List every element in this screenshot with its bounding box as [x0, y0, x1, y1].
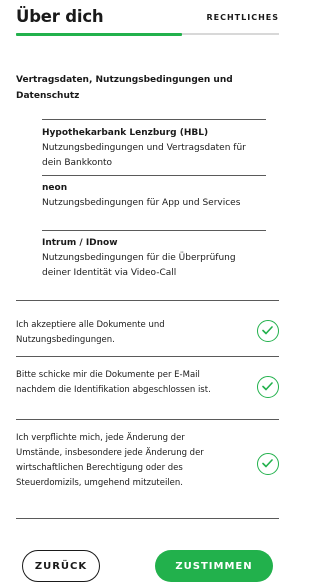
document-name: Hypothekarbank Lenzburg (HBL)	[42, 128, 209, 138]
divider	[16, 356, 279, 357]
progress-bar	[16, 32, 279, 36]
document-item-hbl[interactable]: Hypothekarbank Lenzburg (HBL) Nutzungsbe…	[42, 126, 252, 171]
back-button[interactable]: ZURÜCK	[22, 550, 100, 582]
divider	[42, 119, 266, 120]
checkmark-icon	[262, 382, 273, 391]
legal-link[interactable]: RECHTLICHES	[206, 13, 279, 22]
document-item-neon[interactable]: neon Nutzungsbedingungen für App und Ser…	[42, 181, 252, 211]
consent-notify-changes: Ich verpflichte mich, jede Änderung der …	[16, 433, 204, 488]
header: Über dich RECHTLICHES	[0, 0, 295, 36]
page-title: Über dich	[16, 7, 104, 26]
document-description: Nutzungsbedingungen für die Überprüfung …	[42, 253, 236, 278]
divider	[42, 230, 266, 231]
document-name: neon	[42, 183, 68, 193]
consent-email-documents: Bitte schicke mir die Dokumente per E-Ma…	[16, 370, 211, 395]
divider	[42, 175, 266, 176]
consent-checkbox-accept-documents[interactable]	[257, 320, 279, 342]
consent-checkbox-email-documents[interactable]	[257, 376, 279, 398]
accept-button[interactable]: ZUSTIMMEN	[155, 550, 273, 582]
divider	[16, 419, 279, 420]
document-name: Intrum / IDnow	[42, 238, 118, 248]
consent-checkbox-notify-changes[interactable]	[257, 453, 279, 475]
divider	[16, 518, 279, 519]
checkmark-icon	[262, 459, 273, 468]
document-description: Nutzungsbedingungen für App und Services	[42, 198, 241, 208]
document-item-intrum-idnow[interactable]: Intrum / IDnow Nutzungsbedingungen für d…	[42, 236, 252, 281]
progress-fill	[16, 32, 182, 36]
section-title: Vertragsdaten, Nutzungsbedingungen und D…	[16, 75, 233, 101]
checkmark-icon	[262, 326, 273, 335]
consent-accept-documents: Ich akzeptiere alle Dokumente und Nutzun…	[16, 320, 165, 345]
divider	[16, 300, 279, 301]
document-description: Nutzungsbedingungen und Vertragsdaten fü…	[42, 143, 246, 168]
